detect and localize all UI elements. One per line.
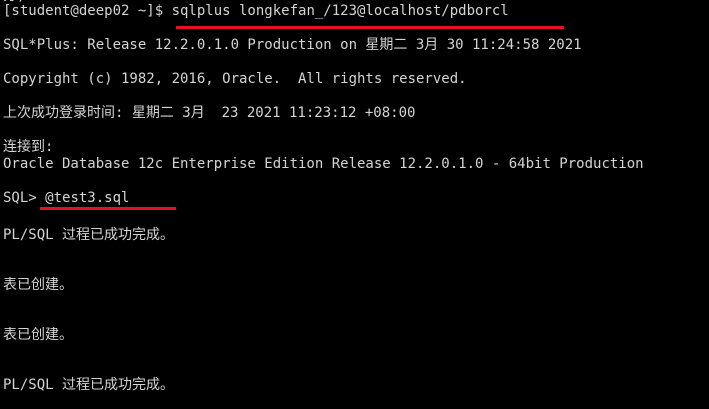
shell-command-line: [student@deep02 ~]$ sqlplus longkefan_/1… bbox=[3, 3, 509, 20]
shell-prompt: [student@deep02 ~]$ bbox=[3, 3, 172, 19]
last-login-line: 上次成功登录时间: 星期二 3月 23 2021 11:23:12 +08:00 bbox=[3, 105, 416, 121]
command-annotation-underline bbox=[176, 26, 564, 29]
connected-to-label: 连接到: bbox=[3, 139, 54, 155]
sql-prompt: SQL> bbox=[3, 190, 46, 206]
sql-annotation-underline bbox=[40, 207, 176, 210]
table-created-line: 表已创建。 bbox=[3, 277, 73, 293]
plsql-success-line: PL/SQL 过程已成功完成。 bbox=[3, 377, 175, 393]
plsql-success-line: PL/SQL 过程已成功完成。 bbox=[3, 227, 175, 243]
database-version-line: Oracle Database 12c Enterprise Edition R… bbox=[3, 156, 644, 172]
sql-command-line: SQL> @test3.sql bbox=[3, 190, 129, 207]
copyright-line: Copyright (c) 1982, 2016, Oracle. All ri… bbox=[3, 71, 467, 87]
sqlplus-banner: SQL*Plus: Release 12.2.0.1.0 Production … bbox=[3, 37, 582, 53]
shell-command: sqlplus longkefan_/123@localhost/pdborcl bbox=[171, 3, 509, 19]
sql-command: @test3.sql bbox=[45, 190, 130, 206]
terminal-window[interactable]: 分) [student@deep02 ~]$ sqlplus longkefan… bbox=[0, 0, 709, 409]
table-created-line: 表已创建。 bbox=[3, 327, 73, 343]
